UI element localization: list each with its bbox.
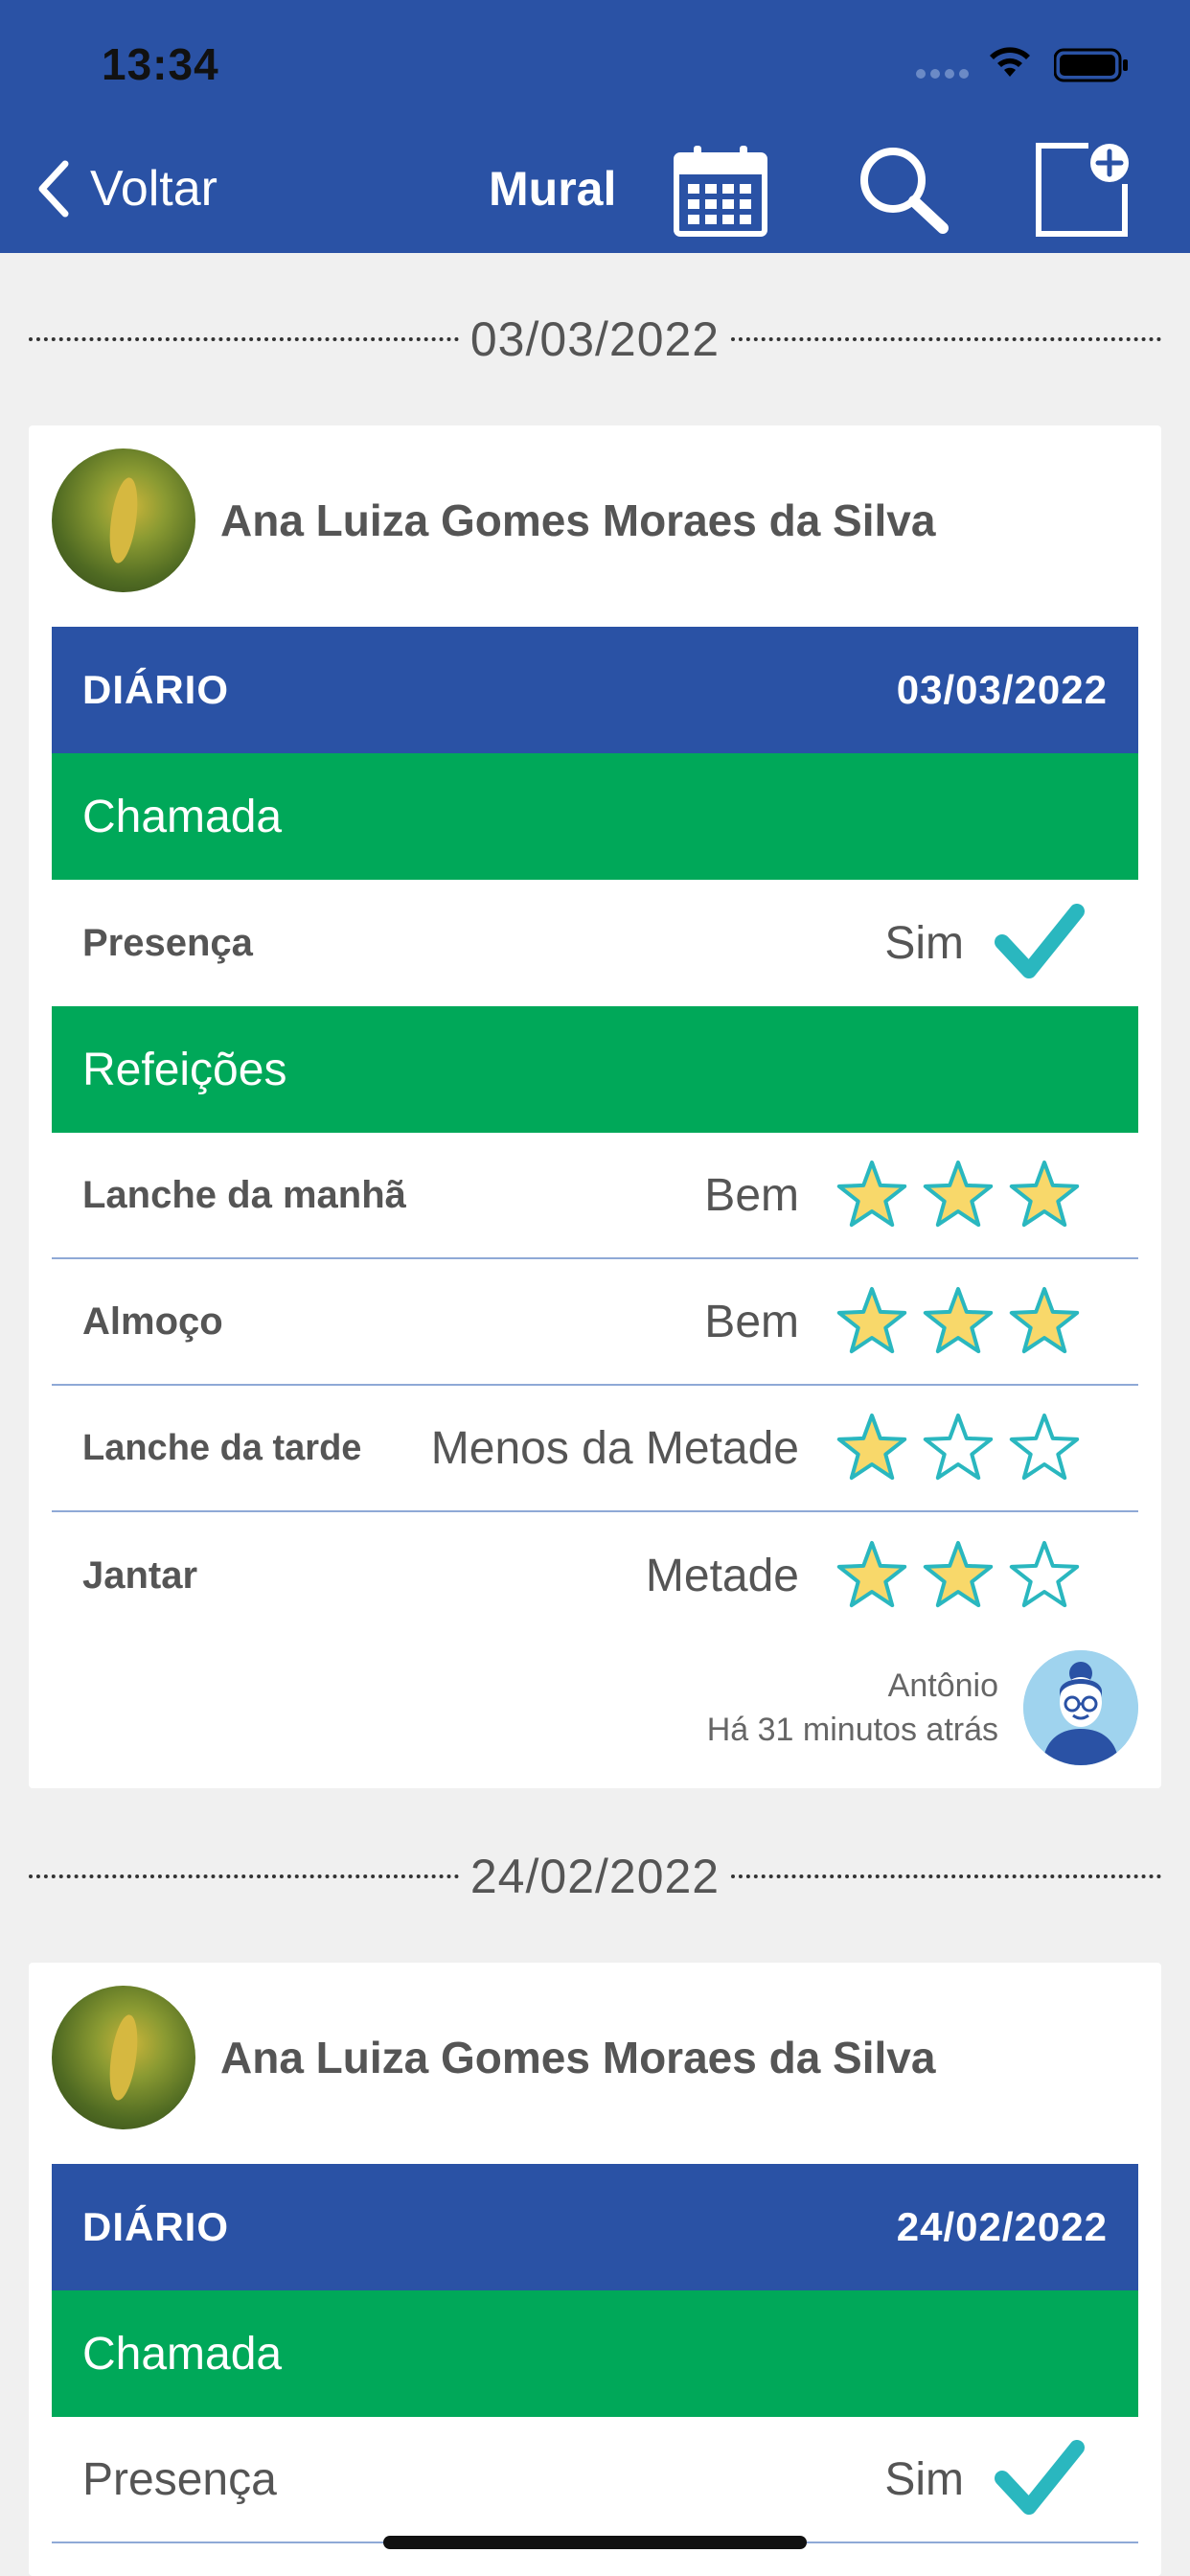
page-title: Mural (489, 162, 617, 216)
attendance-value: Sim (884, 2453, 964, 2505)
diary-date: 24/02/2022 (896, 2204, 1108, 2249)
diary-card[interactable]: Ana Luiza Gomes Moraes da Silva DIÁRIO 0… (29, 426, 1161, 1788)
rating-stars (834, 1537, 1083, 1614)
star-filled-icon (836, 1541, 907, 1608)
date-separator-label: 03/03/2022 (469, 312, 721, 366)
rating-stars (834, 1283, 1083, 1360)
star-empty-icon (1009, 1414, 1080, 1481)
star-filled-icon (836, 1414, 907, 1481)
meal-label: Jantar (82, 1553, 198, 1597)
star-filled-icon (836, 1161, 907, 1228)
student-name: Ana Luiza Gomes Moraes da Silva (220, 495, 936, 545)
diary-table: DIÁRIO 24/02/2022 Chamada Presença Sim (52, 2164, 1138, 2543)
attendance-value: Sim (884, 917, 964, 969)
star-filled-icon (923, 1161, 994, 1228)
student-row: Ana Luiza Gomes Moraes da Silva (52, 448, 935, 592)
new-post-icon[interactable] (1033, 142, 1133, 238)
star-filled-icon (923, 1287, 994, 1354)
date-separator-label: 24/02/2022 (469, 1850, 721, 1903)
battery-icon (1054, 48, 1128, 82)
student-name: Ana Luiza Gomes Moraes da Silva (220, 2033, 936, 2082)
student-avatar (52, 1986, 195, 2129)
wifi-icon (990, 47, 1030, 77)
section-attendance: Chamada (52, 753, 1138, 880)
back-button[interactable]: Voltar (34, 153, 217, 224)
home-indicator[interactable] (383, 2536, 807, 2549)
calendar-icon[interactable] (671, 142, 770, 238)
diary-label: DIÁRIO (82, 667, 229, 712)
star-empty-icon (1009, 1541, 1080, 1608)
meal-row: Jantar Metade (52, 1512, 1138, 1639)
student-row: Ana Luiza Gomes Moraes da Silva (52, 1986, 935, 2129)
post-meta-text: Antônio Há 31 minutos atrás (707, 1664, 998, 1752)
date-separator: 03/03/2022 (29, 310, 1161, 368)
diary-header: DIÁRIO 03/03/2022 (52, 627, 1138, 753)
attendance-row: Presença Sim (52, 880, 1138, 1006)
rating-stars (834, 1157, 1083, 1233)
diary-card[interactable]: Ana Luiza Gomes Moraes da Silva DIÁRIO 2… (29, 1963, 1161, 2576)
diary-header: DIÁRIO 24/02/2022 (52, 2164, 1138, 2290)
section-meals: Refeições (52, 1006, 1138, 1133)
back-label: Voltar (90, 161, 217, 217)
meal-row: Lanche da tarde Menos da Metade (52, 1386, 1138, 1512)
meal-value: Bem (704, 1296, 799, 1347)
star-filled-icon (1009, 1287, 1080, 1354)
star-filled-icon (836, 1287, 907, 1354)
diary-label: DIÁRIO (82, 2204, 229, 2249)
status-time: 13:34 (102, 39, 219, 89)
app-header: 13:34 Voltar Mural (0, 0, 1190, 253)
chevron-left-icon (38, 160, 69, 218)
meal-row: Almoço Bem (52, 1259, 1138, 1386)
attendance-label: Presença (82, 2453, 277, 2505)
diary-table: DIÁRIO 03/03/2022 Chamada Presença Sim R… (52, 627, 1138, 1639)
meal-row: Lanche da manhã Bem (52, 1133, 1138, 1259)
meal-label: Lanche da manhã (82, 1173, 406, 1216)
search-icon[interactable] (853, 142, 952, 238)
meal-value: Bem (704, 1169, 799, 1221)
meal-label: Almoço (82, 1300, 223, 1343)
date-separator: 24/02/2022 (29, 1848, 1161, 1905)
check-icon (995, 904, 1085, 978)
star-filled-icon (1009, 1161, 1080, 1228)
signal-icon (916, 69, 970, 79)
attendance-row: Presença Sim (52, 2417, 1138, 2543)
meal-label: Lanche da tarde (82, 1427, 362, 1468)
post-meta: Antônio Há 31 minutos atrás (707, 1650, 1138, 1765)
diary-date: 03/03/2022 (896, 667, 1108, 712)
check-icon (995, 2440, 1085, 2515)
teacher-avatar (1023, 1650, 1138, 1765)
section-attendance: Chamada (52, 2290, 1138, 2417)
student-avatar (52, 448, 195, 592)
time-ago: Há 31 minutos atrás (706, 1712, 998, 1748)
meal-value: Metade (645, 1550, 799, 1601)
meal-value: Menos da Metade (430, 1422, 799, 1474)
star-filled-icon (923, 1541, 994, 1608)
rating-stars (834, 1410, 1083, 1486)
attendance-label: Presença (82, 921, 253, 964)
author-name: Antônio (887, 1668, 998, 1704)
star-empty-icon (923, 1414, 994, 1481)
